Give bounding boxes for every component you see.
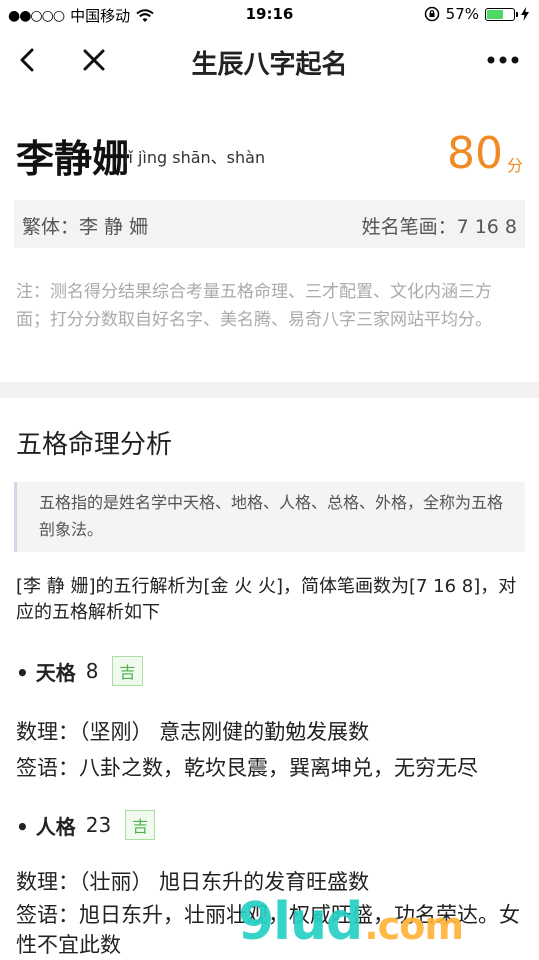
wuxing-summary: [李 静 姗]的五行解析为[金 火 火]，简体笔画数为[7 16 8]，对应的五…: [16, 576, 517, 623]
wuge-analysis-section: 五格命理分析 五格指的是姓名学中天格、地格、人格、总格、外格，全称为五格剖象法。…: [0, 398, 539, 960]
grid-number: 23: [85, 813, 112, 837]
grid-heading-renge: • 人格 23 吉: [16, 810, 156, 840]
grid-heading-tiange: • 天格 8 吉: [16, 656, 143, 686]
fortune-tag: 吉: [112, 656, 143, 686]
qianyu-line: 签语：八卦之数，乾坎艮震，巽离坤兑，无穷无尽: [16, 756, 478, 780]
site-watermark: 9lud.com: [238, 892, 464, 952]
watermark-brand: 9lud: [238, 892, 363, 952]
battery-percentage: 57%: [445, 5, 479, 23]
grid-number: 8: [85, 659, 99, 683]
name-text: 李静姗: [16, 137, 131, 181]
name-result-card: 李静姗 lǐ jìng shān、shàn 80 分 繁体：李 静 姍 姓名笔画…: [0, 92, 539, 382]
fortune-tag: 吉: [125, 810, 156, 840]
battery-icon: [485, 7, 518, 21]
traditional-name: 繁体：李 静 姍: [22, 216, 149, 238]
shuli-line: 数理：（坚刚） 意志刚健的勤勉发展数: [16, 720, 370, 744]
navigation-bar: 生辰八字起名: [0, 30, 539, 92]
name-pinyin: lǐ jìng shān、shàn: [124, 148, 266, 167]
section-title: 五格命理分析: [16, 430, 173, 460]
stroke-count: 姓名笔画：7 16 8: [361, 216, 517, 238]
more-options-icon[interactable]: [483, 42, 523, 78]
charging-icon: [521, 7, 529, 21]
intro-quote: 五格指的是姓名学中天格、地格、人格、总格、外格，全称为五格剖象法。: [14, 482, 525, 552]
grid-name: • 天格: [16, 660, 76, 685]
watermark-domain: .com: [364, 904, 464, 948]
name-score: 80: [447, 128, 503, 179]
status-bar: ●●○○○ 中国移动 19:16 57%: [0, 0, 539, 30]
grid-name: • 人格: [16, 814, 76, 839]
page-title: 生辰八字起名: [191, 50, 348, 80]
score-unit: 分: [506, 156, 523, 175]
orientation-lock-icon: [424, 6, 439, 22]
score-note: 注：测名得分结果综合考量五格命理、三才配置、文化内涵三方面；打分分数取自好名字、…: [16, 282, 492, 330]
traditional-strokes-row: 繁体：李 静 姍 姓名笔画：7 16 8: [14, 200, 525, 248]
